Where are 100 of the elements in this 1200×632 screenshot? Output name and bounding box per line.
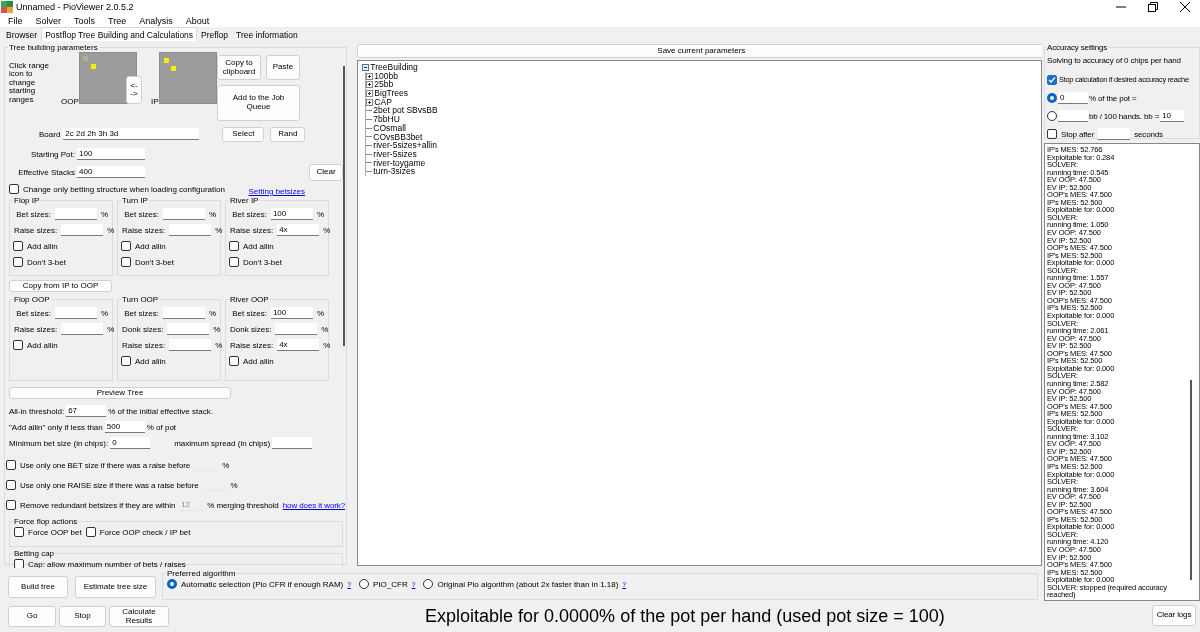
radio-button[interactable] — [359, 579, 369, 589]
menu-item[interactable]: Tools — [74, 15, 96, 26]
copy-button[interactable]: Copy to clipboard — [217, 55, 261, 80]
leaf-item[interactable]: turn-3sizes — [373, 167, 415, 176]
tab[interactable]: Browser — [2, 28, 42, 41]
input-field[interactable] — [167, 323, 210, 335]
checkbox[interactable] — [229, 356, 239, 366]
input-field[interactable]: 2c 2d 2h 3h 3d — [63, 128, 200, 140]
checkbox[interactable] — [14, 527, 24, 537]
go-button[interactable]: Go — [8, 606, 56, 627]
input-field[interactable] — [275, 323, 318, 335]
leaf-item[interactable]: 2bet pot SBvsBB — [373, 106, 438, 116]
paste-button[interactable]: Paste — [266, 55, 300, 80]
input-field[interactable] — [54, 208, 97, 220]
expand-icon[interactable] — [366, 98, 374, 106]
checkbox[interactable] — [13, 340, 23, 350]
checkbox[interactable] — [229, 241, 239, 251]
tab[interactable]: Postflop Tree Building and Calculations — [41, 27, 198, 41]
input-field[interactable]: 10 — [1160, 110, 1185, 122]
scrollbar[interactable] — [343, 66, 346, 346]
checkbox-label: Remove redundant betsizes if they are within — [20, 500, 176, 510]
radio-button[interactable] — [423, 579, 434, 589]
help-link[interactable]: how does it work? — [282, 500, 346, 510]
input-field[interactable] — [272, 437, 313, 449]
input-field[interactable]: 500 — [104, 421, 145, 433]
input-field[interactable]: 0 — [1058, 92, 1088, 104]
checkbox[interactable] — [9, 184, 19, 194]
scrollbar[interactable] — [1190, 380, 1192, 580]
build-tree-button[interactable]: Build tree — [8, 576, 68, 598]
input-field[interactable] — [169, 224, 212, 236]
input-field[interactable] — [1098, 128, 1131, 140]
estimate-button[interactable]: Estimate tree size — [75, 576, 156, 598]
input-field[interactable] — [61, 224, 104, 236]
checkbox[interactable] — [121, 356, 131, 366]
collapse-icon[interactable] — [362, 63, 370, 71]
tab[interactable]: Preflop — [197, 28, 233, 41]
close-icon[interactable] — [1180, 2, 1190, 12]
input-field[interactable]: 400 — [77, 166, 145, 178]
leaf-item[interactable]: 7bbHU — [373, 115, 400, 124]
clear-button[interactable]: Clear — [309, 163, 343, 181]
select-button[interactable]: Select — [222, 126, 265, 142]
checkbox[interactable] — [13, 257, 23, 267]
checkbox[interactable] — [121, 241, 131, 251]
menu-item[interactable]: About — [185, 15, 210, 26]
input-field[interactable] — [61, 323, 104, 335]
input-field[interactable] — [162, 307, 205, 319]
input-field[interactable]: 100 — [77, 148, 145, 160]
input-field[interactable]: 0 — [110, 437, 151, 449]
setting-betsizes-link[interactable]: Setting betsizes — [248, 182, 305, 196]
clear-logs-button[interactable]: Clear logs — [1152, 605, 1196, 626]
menu-item[interactable]: Analysis — [139, 15, 173, 26]
input-field[interactable] — [162, 208, 205, 220]
checkbox[interactable] — [1047, 129, 1057, 139]
checkbox[interactable] — [85, 527, 96, 537]
expand-icon[interactable] — [366, 89, 374, 97]
expand-icon[interactable] — [366, 72, 374, 80]
range-chart-icon[interactable] — [158, 52, 217, 104]
preview-tree-button[interactable]: Preview Tree — [9, 387, 231, 399]
input-field[interactable]: 4x — [277, 224, 320, 236]
input-field[interactable] — [169, 339, 212, 351]
tab[interactable]: Tree information — [232, 28, 302, 41]
calculate-button[interactable]: Calculate Results — [109, 606, 169, 627]
menu-item[interactable]: File — [8, 15, 23, 26]
copy-button[interactable]: Copy from IP to OOP — [9, 280, 112, 292]
leaf-item[interactable]: river-5sizes+allin — [373, 141, 437, 150]
leaf-item[interactable]: COsmall — [373, 123, 406, 133]
range-chart-icon[interactable] — [78, 52, 137, 104]
collapsed-folder-item[interactable]: 25bb — [374, 80, 394, 90]
checkbox[interactable] — [229, 257, 239, 267]
menu-item[interactable]: Solver — [35, 15, 62, 26]
leaf-item[interactable]: COvsBB3bet — [373, 132, 423, 142]
checkbox[interactable] — [121, 257, 131, 267]
add-to-queue-button[interactable]: Add to the Job Queue — [217, 85, 300, 121]
checkbox[interactable] — [6, 500, 16, 510]
input-field[interactable]: 100 — [270, 307, 313, 319]
input-field[interactable]: 100 — [270, 208, 313, 220]
expanded-folder-item[interactable]: TreeBuilding — [370, 63, 418, 72]
restore-icon[interactable] — [1148, 2, 1158, 12]
input-field[interactable]: 67 — [66, 405, 107, 417]
checkbox[interactable] — [14, 559, 24, 568]
expand-icon[interactable] — [366, 81, 374, 89]
collapsed-folder-item[interactable]: CAP — [374, 97, 392, 107]
checkbox[interactable] — [13, 241, 23, 251]
leaf-item[interactable]: river-5sizes — [373, 149, 417, 159]
leaf-item[interactable]: river-toygame — [373, 158, 426, 168]
checkbox[interactable] — [1047, 74, 1057, 85]
input-field[interactable]: 4x — [277, 339, 320, 351]
checkbox[interactable] — [6, 480, 16, 490]
radio-button[interactable] — [167, 579, 177, 589]
radio-button[interactable] — [1047, 111, 1057, 121]
menu-item[interactable]: Tree — [108, 15, 127, 26]
input-field[interactable] — [54, 307, 97, 319]
collapsed-folder-item[interactable]: BigTrees — [374, 89, 409, 98]
checkbox[interactable] — [6, 460, 16, 470]
collapsed-folder-item[interactable]: 100bb — [374, 71, 398, 81]
stop-button[interactable]: Stop — [59, 606, 106, 627]
save-parameters-button[interactable]: Save current parameters — [357, 44, 1042, 58]
input-field[interactable] — [1058, 110, 1088, 122]
rand-button[interactable]: Rand — [270, 126, 306, 142]
swap-button[interactable]: <- -> — [126, 76, 142, 104]
